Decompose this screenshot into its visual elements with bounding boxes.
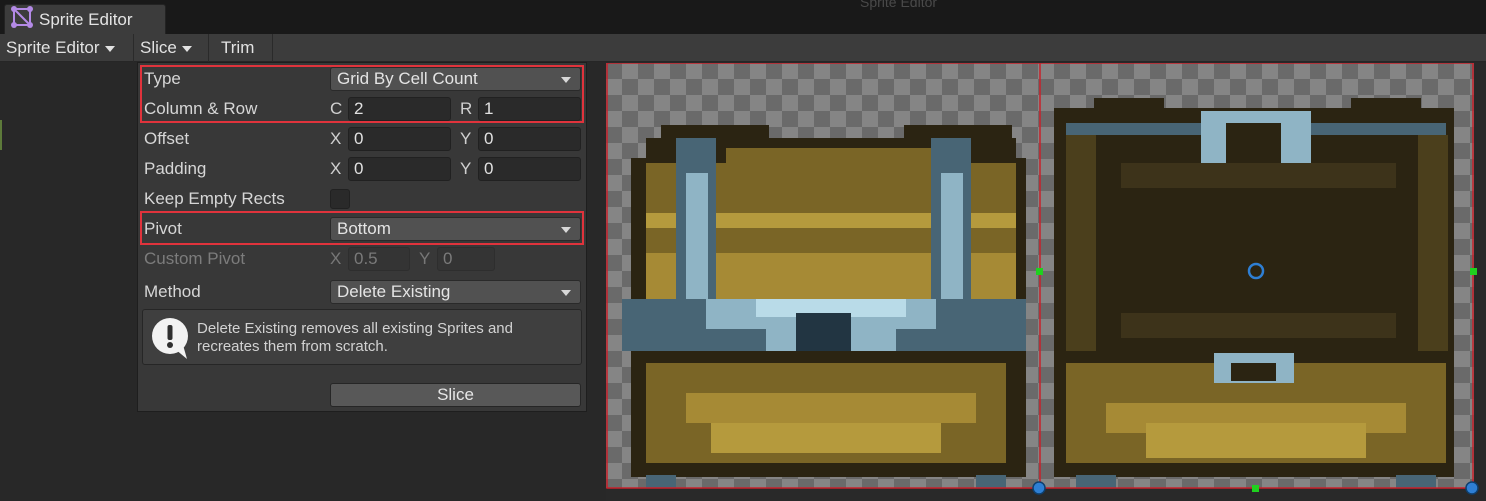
sprite-editor-icon — [11, 6, 33, 33]
background-window-label: Sprite Editor — [860, 0, 938, 10]
custom-pivot-label: Custom Pivot — [144, 249, 246, 268]
custom-pivot-x-axis-label: X — [330, 249, 342, 268]
type-row: Type Grid By Cell Count — [138, 65, 586, 93]
slice-menu-label: Slice — [140, 38, 177, 57]
padding-x-field[interactable]: 0 — [348, 157, 451, 181]
offset-row: Offset X 0 Y 0 — [138, 125, 586, 153]
chest-sprite-sheet — [606, 63, 1479, 495]
sprite-editor-mode-dropdown[interactable]: Sprite Editor — [0, 34, 134, 62]
sprite-editor-toolbar: Sprite Editor Slice Trim — [0, 34, 1486, 62]
custom-pivot-y-axis-label: Y — [419, 249, 431, 268]
chest-closed-sprite — [622, 125, 1026, 488]
sprite-canvas[interactable] — [606, 63, 1486, 501]
column-row-label: Column & Row — [144, 99, 258, 118]
slice-menu-button[interactable]: Slice — [134, 34, 209, 62]
type-dropdown[interactable]: Grid By Cell Count — [330, 67, 581, 91]
sprite-editor-mode-label: Sprite Editor — [6, 38, 100, 57]
custom-pivot-y-field: 0 — [437, 247, 495, 271]
method-value: Delete Existing — [337, 282, 451, 301]
offset-x-field[interactable]: 0 — [348, 127, 451, 151]
slice-button[interactable]: Slice — [330, 383, 581, 407]
pivot-row: Pivot Bottom — [138, 215, 586, 243]
scene-edge — [0, 120, 2, 150]
chevron-down-icon — [561, 77, 571, 83]
resize-handle — [1036, 268, 1043, 275]
pivot-value: Bottom — [337, 219, 391, 238]
row-count-field[interactable]: 1 — [478, 97, 581, 121]
keep-empty-rects-checkbox[interactable] — [330, 189, 350, 209]
column-count-field[interactable]: 2 — [348, 97, 451, 121]
offset-x-axis-label: X — [330, 129, 342, 148]
keep-empty-rects-row: Keep Empty Rects — [138, 185, 586, 213]
corner-handle — [1032, 481, 1046, 495]
keep-empty-rects-label: Keep Empty Rects — [144, 189, 285, 208]
custom-pivot-row: Custom Pivot X 0.5 Y 0 — [138, 245, 586, 273]
trim-button[interactable]: Trim — [209, 34, 273, 62]
chevron-down-icon — [104, 46, 115, 52]
resize-handle — [1470, 268, 1477, 275]
method-help-box: Delete Existing removes all existing Spr… — [142, 309, 582, 365]
method-dropdown[interactable]: Delete Existing — [330, 280, 581, 304]
tab-title: Sprite Editor — [39, 9, 133, 29]
warning-speech-bubble-icon — [151, 317, 189, 359]
type-value: Grid By Cell Count — [337, 69, 478, 88]
offset-label: Offset — [144, 129, 190, 148]
method-row: Method Delete Existing — [138, 278, 586, 306]
padding-y-field[interactable]: 0 — [478, 157, 581, 181]
column-row-row: Column & Row C 2 R 1 — [138, 95, 586, 123]
method-help-text: Delete Existing removes all existing Spr… — [197, 320, 513, 355]
chest-back-sprite — [1054, 98, 1454, 488]
method-label: Method — [144, 282, 201, 301]
offset-y-axis-label: Y — [460, 129, 472, 148]
pivot-label: Pivot — [144, 219, 182, 238]
trim-label: Trim — [221, 38, 255, 57]
column-axis-label: C — [330, 99, 343, 118]
pivot-dropdown[interactable]: Bottom — [330, 217, 581, 241]
chevron-down-icon — [561, 290, 571, 296]
chevron-down-icon — [181, 46, 192, 52]
window-title-bar: Sprite Editor Sprite Editor — [0, 0, 1486, 34]
padding-y-axis-label: Y — [460, 159, 472, 178]
padding-row: Padding X 0 Y 0 — [138, 155, 586, 183]
resize-handle — [1252, 485, 1259, 492]
padding-label: Padding — [144, 159, 207, 178]
type-label: Type — [144, 69, 181, 88]
chevron-down-icon — [561, 227, 571, 233]
slice-settings-panel: Type Grid By Cell Count Column & Row C 2… — [137, 62, 587, 412]
padding-x-axis-label: X — [330, 159, 342, 178]
sprite-editor-tab[interactable]: Sprite Editor — [4, 4, 166, 34]
row-axis-label: R — [460, 99, 473, 118]
custom-pivot-x-field: 0.5 — [348, 247, 410, 271]
corner-handle — [1465, 481, 1479, 495]
offset-y-field[interactable]: 0 — [478, 127, 581, 151]
